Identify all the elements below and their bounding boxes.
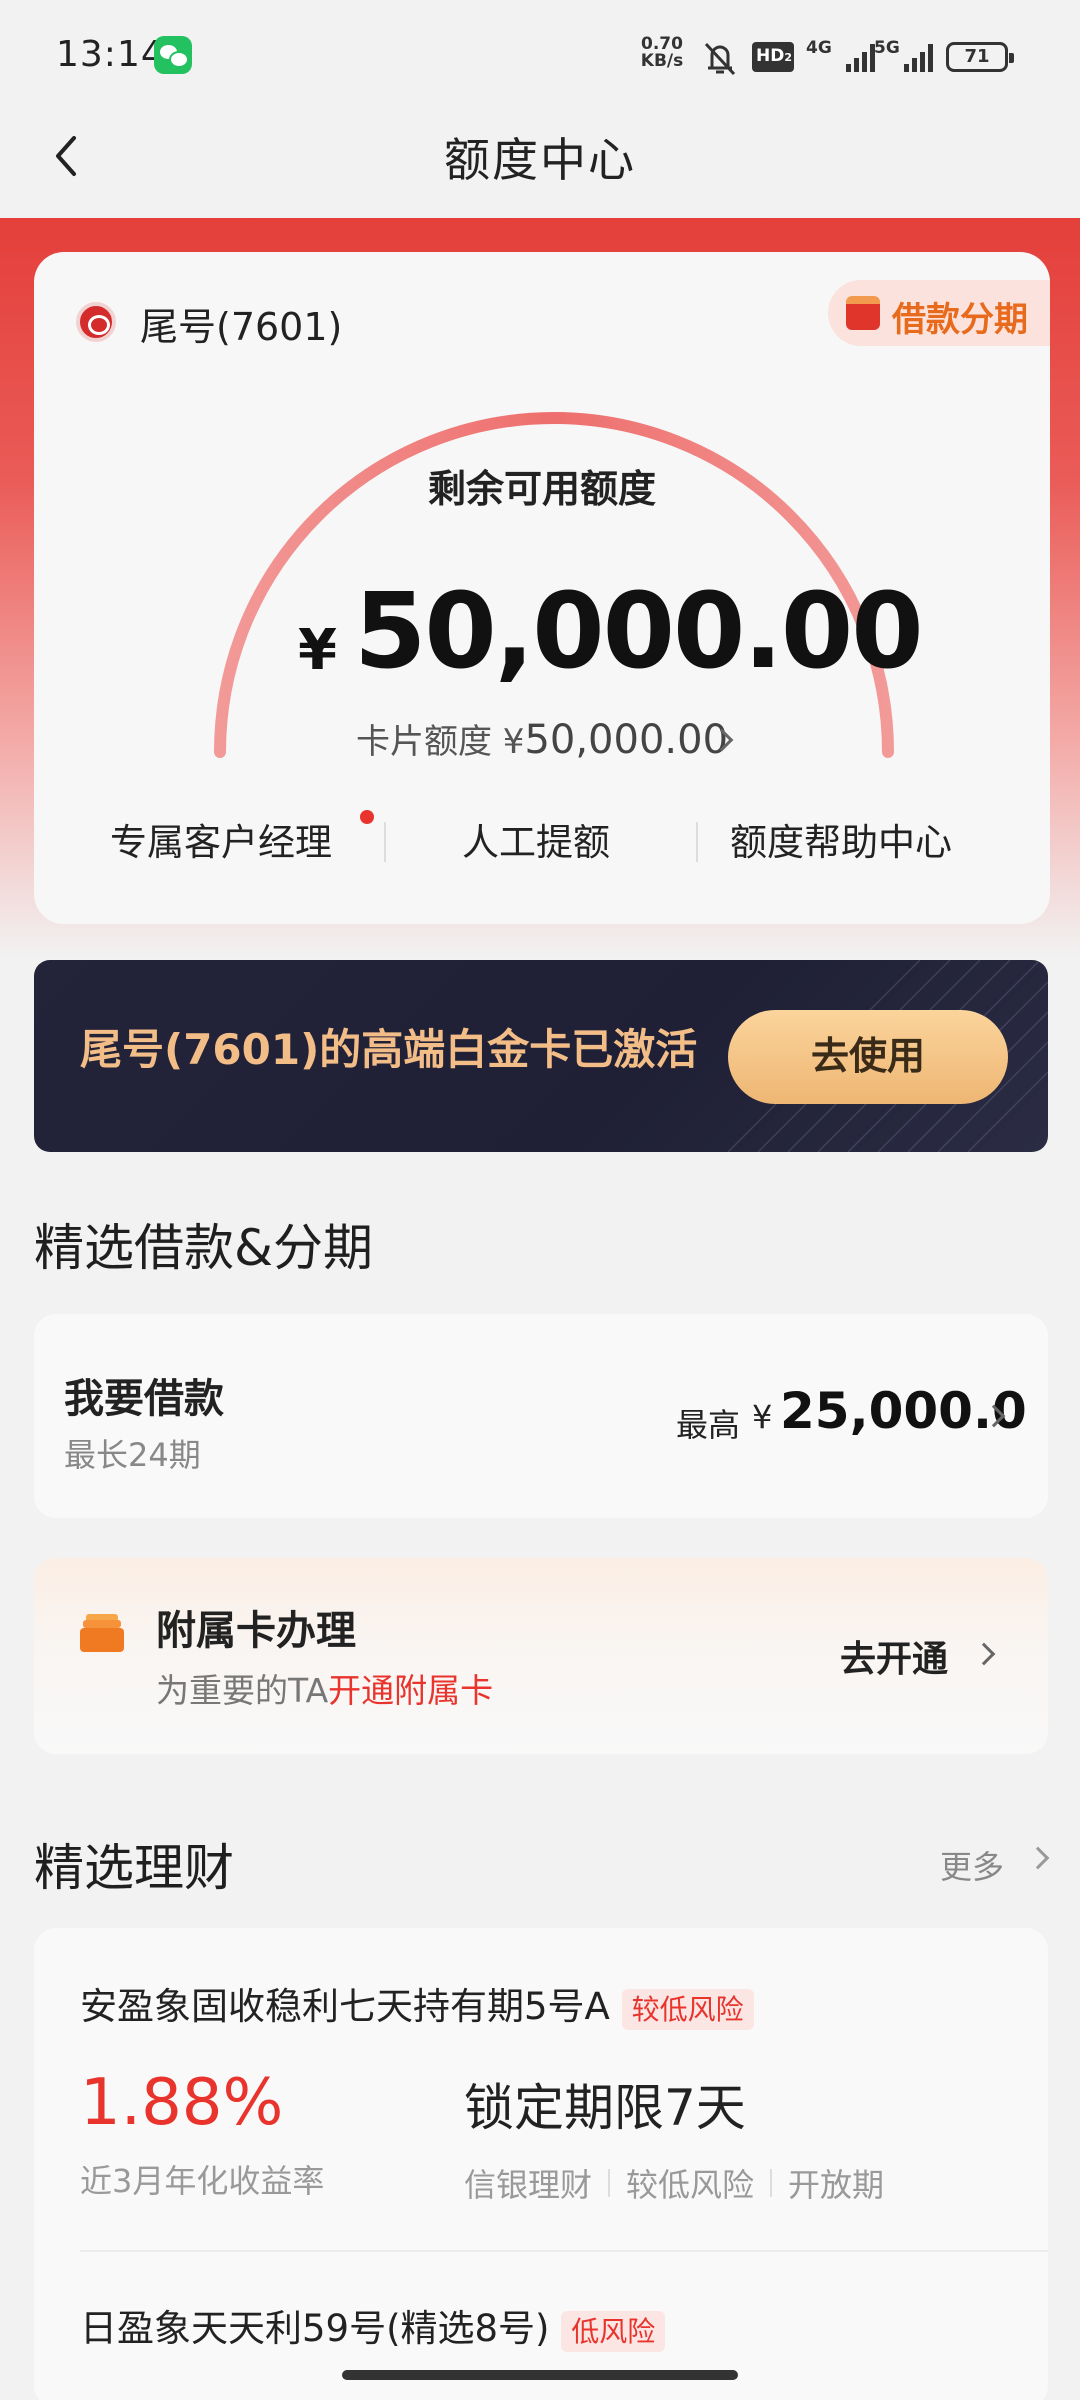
status-time: 13:14 (56, 34, 165, 75)
banner-text: 尾号(7601)的高端白金卡已激活 (80, 1025, 698, 1074)
divider (80, 2250, 1048, 2252)
loan-subtitle: 最长24期 (64, 1436, 201, 1474)
risk-tag: 较低风险 (621, 1989, 754, 2030)
product-yield: 1.88% (80, 2066, 284, 2140)
chevron-right-icon (972, 1642, 996, 1666)
platinum-card-banner[interactable]: 尾号(7601)的高端白金卡已激活 去使用 (34, 960, 1048, 1152)
gift-icon (846, 296, 880, 330)
divider (770, 2169, 773, 2197)
supplementary-sub-highlight: 开通附属卡 (328, 1671, 494, 1710)
loan-section-title: 精选借款&分期 (34, 1219, 373, 1277)
loan-card[interactable]: 我要借款 最长24期 最高 ¥ 25,000.0 (34, 1314, 1048, 1518)
signal-4g-label: 4G (806, 38, 832, 58)
product-yield-label: 近3月年化收益率 (80, 2162, 325, 2200)
home-indicator[interactable] (342, 2370, 738, 2380)
product-tag: 开放期 (788, 2166, 885, 2204)
risk-tag: 低风险 (561, 2311, 666, 2352)
divider (696, 822, 698, 862)
installment-badge[interactable]: 借款分期 (828, 280, 1050, 346)
card-limit-label: 卡片额度 ¥ (355, 722, 525, 762)
mute-icon (704, 42, 736, 76)
product-name-text: 日盈象天天利59号(精选8号) (80, 2307, 550, 2350)
supplementary-card[interactable]: 附属卡办理 为重要的TA开通附属卡 去开通 (34, 1558, 1048, 1754)
card-limit-value: 50,000.00 (524, 717, 729, 763)
card-tail-number: 尾号(7601) (140, 305, 343, 349)
card-limit-link[interactable]: 卡片额度 ¥50,000.00 (34, 714, 1050, 763)
card-stack-icon (80, 1614, 124, 1652)
more-link[interactable]: 更多 (940, 1842, 1004, 1888)
bank-logo-icon (76, 302, 116, 342)
installment-badge-label: 借款分期 (892, 300, 1028, 340)
notification-dot (360, 810, 374, 824)
chevron-right-icon (1026, 1846, 1050, 1870)
open-supplementary-button[interactable]: 去开通 (840, 1630, 948, 1682)
product-name-text: 安盈象固收稳利七天持有期5号A (80, 1985, 610, 2028)
loan-max-label: 最高 (676, 1406, 741, 1444)
page-title: 额度中心 (444, 133, 636, 187)
quota-actions: 专属客户经理 人工提额 额度帮助中心 (34, 810, 1050, 882)
remaining-quota-amount: 50,000.00 (354, 570, 924, 692)
manual-increase-button[interactable]: 人工提额 (462, 812, 610, 866)
amount-currency: ¥ (298, 618, 337, 683)
hd-icon: HD2 (752, 42, 794, 72)
signal-5g: 5G (874, 38, 900, 58)
account-manager-button[interactable]: 专属客户经理 (110, 812, 332, 866)
product-tag: 信银理财 (464, 2166, 593, 2204)
wealth-section-title: 精选理财 (34, 1839, 234, 1897)
network-speed: 0.70 KB/s (636, 36, 688, 70)
loan-currency: ¥ (752, 1398, 773, 1436)
hd-sub: 2 (784, 51, 792, 64)
product-tags: 信银理财 较低风险 开放期 (464, 2160, 884, 2206)
product-name: 安盈象固收稳利七天持有期5号A 较低风险 (80, 1976, 754, 2030)
remaining-quota-label: 剩余可用额度 (427, 467, 656, 511)
supplementary-subtitle: 为重要的TA开通附属卡 (156, 1664, 493, 1712)
product-tag: 较低风险 (626, 2166, 755, 2204)
supplementary-sub-prefix: 为重要的TA (156, 1671, 329, 1710)
wealth-product-card[interactable]: 安盈象固收稳利七天持有期5号A 较低风险 1.88% 近3月年化收益率 锁定期限… (34, 1928, 1048, 2400)
use-card-button[interactable]: 去使用 (728, 1010, 1008, 1104)
network-speed-unit: KB/s (640, 51, 684, 71)
signal-4g: 4G (806, 38, 832, 58)
signal-bars-5g-icon (904, 44, 933, 72)
supplementary-title: 附属卡办理 (156, 1608, 356, 1654)
quota-card: 尾号(7601) 借款分期 剩余可用额度 ¥ 50,000.00 卡片额度 ¥5… (34, 252, 1050, 924)
divider (608, 2169, 611, 2197)
product-lock-period: 锁定期限7天 (464, 2079, 746, 2137)
wechat-icon (154, 36, 192, 74)
quota-help-button[interactable]: 额度帮助中心 (730, 812, 952, 866)
product-name: 日盈象天天利59号(精选8号) 低风险 (80, 2298, 666, 2352)
signal-5g-label: 5G (874, 38, 900, 58)
loan-title: 我要借款 (64, 1376, 224, 1422)
signal-bars-4g-icon (846, 44, 875, 72)
battery-icon: 71 (946, 42, 1014, 72)
status-bar: 13:14 0.70 KB/s HD2 4G 5G 71 (0, 0, 1080, 116)
hd-label: HD (756, 46, 785, 66)
divider (384, 822, 386, 862)
